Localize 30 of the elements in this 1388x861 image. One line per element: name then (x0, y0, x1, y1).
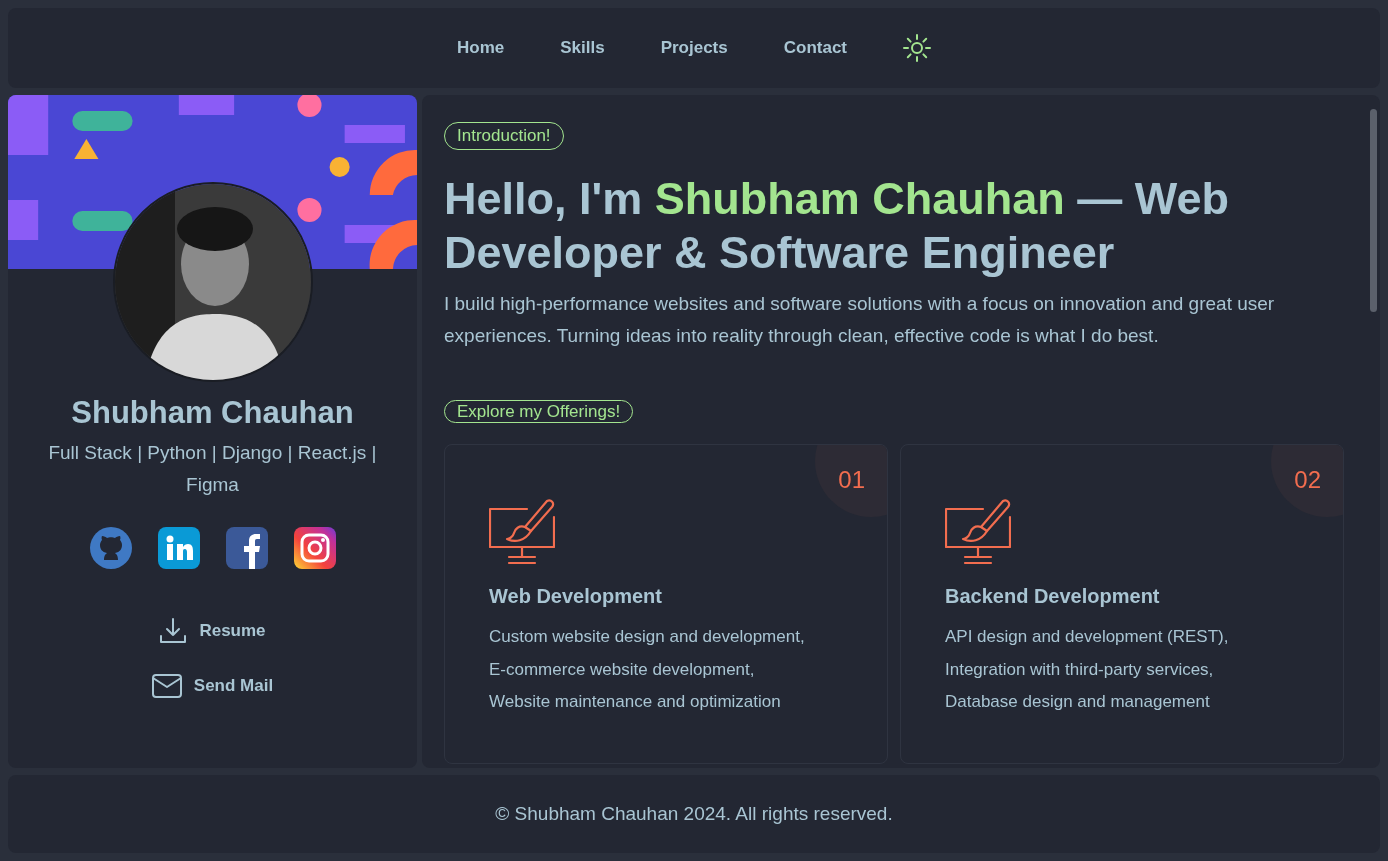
profile-subtitle: Full Stack | Python | Django | React.js | Figma (47, 440, 378, 497)
mail-icon (151, 673, 182, 698)
card-title: Web Development (489, 584, 663, 609)
card-text: API design and development (REST), (945, 626, 1229, 648)
profile-name: Shubham Chauhan (71, 394, 354, 432)
nav-link[interactable]: Home (457, 35, 505, 61)
action-link[interactable]: Resume (159, 616, 266, 645)
instagram-icon[interactable] (293, 526, 336, 569)
card-text: Custom website design and development, (489, 626, 805, 648)
monitor-brush-icon (945, 499, 1011, 565)
card-number: 02 (1294, 465, 1321, 495)
github-icon[interactable] (89, 526, 132, 569)
nav-link[interactable]: Projects (660, 35, 728, 61)
card-text: Integration with third-party services, (945, 658, 1214, 681)
hero-heading: Hello, I'm Shubham Chauhan — Web Developer & Software Engineer (444, 172, 1230, 280)
card-title: Backend Development (945, 584, 1161, 609)
nav-link[interactable]: Contact (783, 35, 847, 61)
nav-link[interactable]: Skills (560, 35, 605, 61)
card-text: Website maintenance and optimization (489, 691, 781, 713)
download-icon (159, 616, 188, 645)
copyright-text: © Shubham Chauhan 2024. All rights reserved. (495, 801, 893, 826)
card-text: Database design and management (945, 691, 1210, 713)
monitor-brush-icon (489, 499, 555, 565)
hero-paragraph: I build high-performance websites and software solutions with a focus on innovation and great user experiences. Turning ideas into reality through clean, effective code is what I do best. (444, 292, 1276, 348)
card-text: E-commerce website development, (489, 658, 755, 681)
sun-icon[interactable] (903, 34, 931, 62)
card-number: 01 (838, 465, 865, 495)
action-link[interactable]: Send Mail (151, 672, 274, 699)
facebook-icon[interactable] (225, 526, 268, 569)
linkedin-icon[interactable] (157, 526, 200, 569)
